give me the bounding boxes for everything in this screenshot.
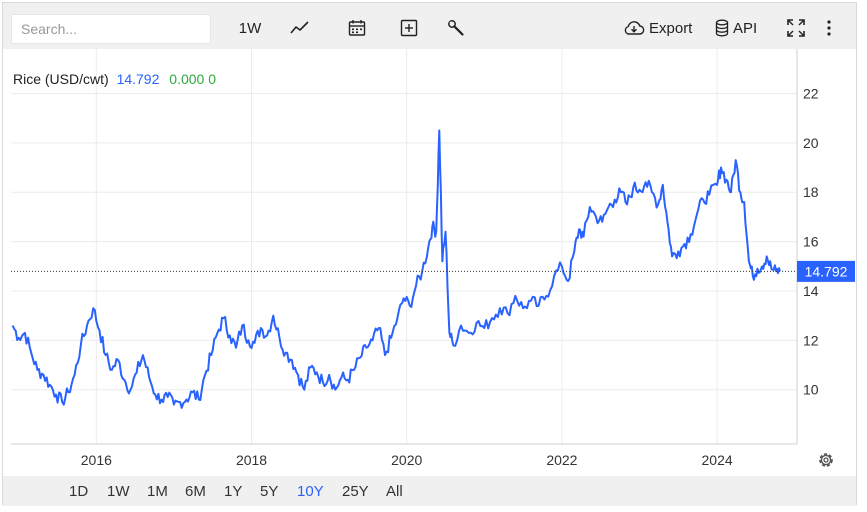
legend-symbol: Rice (USD/cwt) (13, 71, 109, 87)
range-button-25y[interactable]: 25Y (342, 483, 369, 500)
search-input[interactable] (11, 14, 211, 44)
range-button-5y[interactable]: 5Y (260, 483, 278, 500)
api-button[interactable]: API (715, 16, 763, 40)
export-label: Export (649, 19, 693, 37)
last-price-badge-text: 14.792 (805, 263, 848, 279)
tools-button[interactable] (444, 16, 468, 40)
date-range-button[interactable] (345, 16, 369, 40)
x-tick-label: 2024 (702, 452, 733, 468)
add-compare-icon (400, 19, 418, 37)
y-tick-label: 20 (803, 135, 819, 151)
interval-button[interactable]: 1W (237, 16, 263, 40)
cloud-download-icon (624, 21, 645, 35)
range-button-1w[interactable]: 1W (107, 483, 130, 500)
legend-change-value: 0.000 (169, 71, 205, 87)
export-button[interactable]: Export (623, 16, 697, 40)
line-chart-icon (290, 21, 309, 34)
range-button-10y[interactable]: 10Y (297, 483, 324, 500)
more-button[interactable] (821, 16, 837, 40)
legend-price: 14.792 (116, 71, 160, 87)
range-button-1y[interactable]: 1Y (224, 483, 242, 500)
y-tick-label: 18 (803, 184, 819, 200)
toolbar: 1W (3, 3, 856, 49)
fullscreen-button[interactable] (785, 16, 807, 40)
more-vertical-icon (827, 20, 831, 36)
calendar-icon (348, 20, 366, 36)
fullscreen-icon (787, 19, 805, 37)
x-tick-label: 2016 (81, 452, 112, 468)
compare-button[interactable] (397, 16, 421, 40)
x-tick-label: 2022 (546, 452, 577, 468)
y-tick-label: 14 (803, 283, 819, 299)
api-label: API (733, 19, 758, 37)
x-tick-label: 2018 (236, 452, 267, 468)
y-tick-label: 10 (803, 382, 819, 398)
price-series-line (11, 129, 781, 409)
range-button-6m[interactable]: 6M (185, 483, 206, 500)
database-icon (715, 19, 729, 37)
range-selector: 1D 1W 1M 6M 1Y 5Y 10Y 25Y All (3, 476, 856, 506)
last-price-badge: 14.792 (797, 260, 855, 282)
range-button-1d[interactable]: 1D (69, 483, 88, 500)
legend-change-pct: 0 (208, 71, 217, 87)
wrench-icon (448, 20, 464, 36)
interval-label: 1W (238, 19, 262, 37)
chart-widget: 1W (2, 2, 857, 506)
chart-area[interactable]: 10 12 14 16 18 20 22 2016 2018 2020 2022 2024 14.79… (3, 49, 856, 476)
y-tick-label: 16 (803, 234, 819, 250)
price-chart[interactable]: 101214161820222016 2018 2020 2022 2024 14.79… (3, 49, 856, 476)
y-tick-label: 12 (803, 332, 819, 348)
legend: Rice (USD/cwt) 14.792 0.000 0 (13, 71, 216, 87)
legend-change: 0.000 0 (169, 71, 216, 87)
chart-type-button[interactable] (288, 16, 312, 40)
y-tick-label: 22 (803, 85, 819, 101)
range-button-1m[interactable]: 1M (147, 483, 168, 500)
range-button-all[interactable]: All (386, 483, 403, 500)
x-tick-label: 2020 (391, 452, 422, 468)
gear-icon[interactable] (819, 453, 833, 467)
